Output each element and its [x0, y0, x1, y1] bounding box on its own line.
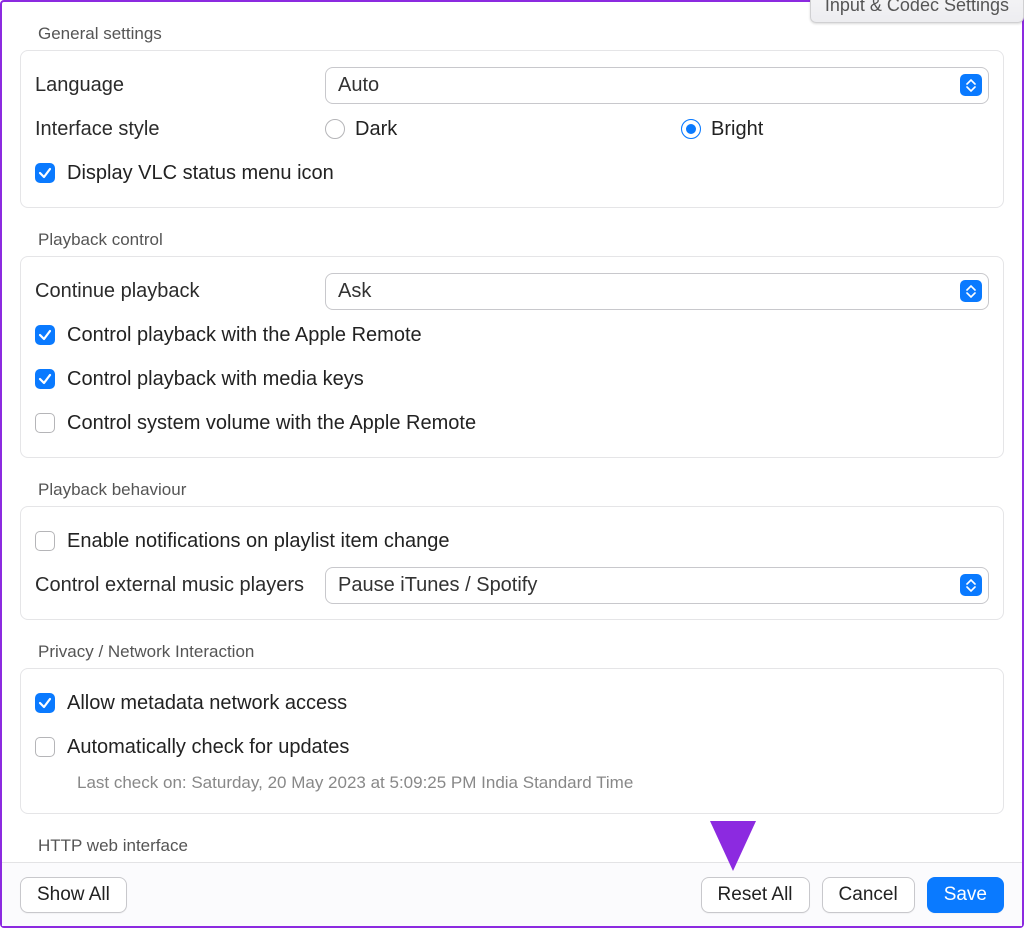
row-language: Language Auto [35, 63, 989, 107]
row-continue-playback: Continue playback Ask [35, 269, 989, 313]
continue-playback-select[interactable]: Ask [325, 273, 989, 310]
checkbox-icon [35, 693, 55, 713]
row-apple-remote[interactable]: Control playback with the Apple Remote [35, 313, 989, 357]
updates-label: Automatically check for updates [67, 736, 349, 759]
section-body-playback-control: Continue playback Ask [20, 256, 1004, 458]
section-title-privacy: Privacy / Network Interaction [20, 626, 1004, 668]
row-notifications[interactable]: Enable notifications on playlist item ch… [35, 519, 989, 563]
row-updates[interactable]: Automatically check for updates [35, 725, 989, 769]
section-playback-control: Playback control Continue playback Ask [20, 214, 1004, 458]
tab-input-codec[interactable]: Input & Codec Settings [810, 0, 1024, 23]
section-title-playback-behaviour: Playback behaviour [20, 464, 1004, 506]
section-http: HTTP web interface Enable HTTP web inter… [20, 820, 1004, 862]
chevron-up-down-icon [960, 74, 982, 96]
continue-playback-value: Ask [338, 280, 960, 303]
section-body-general: Language Auto Interface style [20, 50, 1004, 208]
interface-style-dark[interactable]: Dark [325, 118, 631, 141]
section-title-http: HTTP web interface [20, 820, 1004, 862]
continue-playback-label: Continue playback [35, 280, 325, 303]
media-keys-label: Control playback with media keys [67, 368, 364, 391]
radio-icon [325, 119, 345, 139]
checkbox-icon [35, 163, 55, 183]
section-title-playback-control: Playback control [20, 214, 1004, 256]
language-value: Auto [338, 74, 960, 97]
row-external-players: Control external music players Pause iTu… [35, 563, 989, 607]
language-select[interactable]: Auto [325, 67, 989, 104]
row-metadata[interactable]: Allow metadata network access [35, 681, 989, 725]
checkbox-icon [35, 737, 55, 757]
language-label: Language [35, 74, 325, 97]
chevron-up-down-icon [960, 280, 982, 302]
section-general: General settings Language Auto [20, 8, 1004, 208]
button-label: Save [944, 884, 987, 905]
status-menu-icon-label: Display VLC status menu icon [67, 162, 334, 185]
button-label: Cancel [839, 884, 898, 905]
section-privacy: Privacy / Network Interaction Allow meta… [20, 626, 1004, 814]
button-label: Show All [37, 884, 110, 905]
checkbox-icon [35, 325, 55, 345]
section-body-playback-behaviour: Enable notifications on playlist item ch… [20, 506, 1004, 620]
metadata-label: Allow metadata network access [67, 692, 347, 715]
save-button[interactable]: Save [927, 877, 1004, 913]
preferences-window: Input & Codec Settings General settings … [0, 0, 1024, 928]
button-label: Reset All [718, 884, 793, 905]
row-status-menu-icon[interactable]: Display VLC status menu icon [35, 151, 989, 195]
footer-bar: Show All Reset All Cancel Save [2, 862, 1022, 926]
row-media-keys[interactable]: Control playback with media keys [35, 357, 989, 401]
checkbox-icon [35, 369, 55, 389]
radio-icon [681, 119, 701, 139]
section-body-privacy: Allow metadata network access Automatica… [20, 668, 1004, 814]
settings-scroll-area: General settings Language Auto [2, 2, 1022, 862]
external-players-select[interactable]: Pause iTunes / Spotify [325, 567, 989, 604]
checkbox-icon [35, 531, 55, 551]
checkbox-icon [35, 413, 55, 433]
last-check-hint: Last check on: Saturday, 20 May 2023 at … [35, 769, 989, 801]
external-players-value: Pause iTunes / Spotify [338, 574, 960, 597]
cancel-button[interactable]: Cancel [822, 877, 915, 913]
reset-all-button[interactable]: Reset All [701, 877, 810, 913]
interface-style-bright[interactable]: Bright [681, 118, 763, 141]
external-players-label: Control external music players [35, 574, 325, 597]
system-volume-label: Control system volume with the Apple Rem… [67, 412, 476, 435]
interface-style-label: Interface style [35, 118, 325, 141]
show-all-button[interactable]: Show All [20, 877, 127, 913]
tab-label: Input & Codec Settings [825, 0, 1009, 15]
row-system-volume[interactable]: Control system volume with the Apple Rem… [35, 401, 989, 445]
notifications-label: Enable notifications on playlist item ch… [67, 530, 449, 553]
radio-label-dark: Dark [355, 118, 397, 141]
chevron-up-down-icon [960, 574, 982, 596]
radio-label-bright: Bright [711, 118, 763, 141]
interface-style-radio-group: Dark Bright [325, 118, 989, 141]
apple-remote-label: Control playback with the Apple Remote [67, 324, 422, 347]
row-interface-style: Interface style Dark Bright [35, 107, 989, 151]
section-playback-behaviour: Playback behaviour Enable notifications … [20, 464, 1004, 620]
